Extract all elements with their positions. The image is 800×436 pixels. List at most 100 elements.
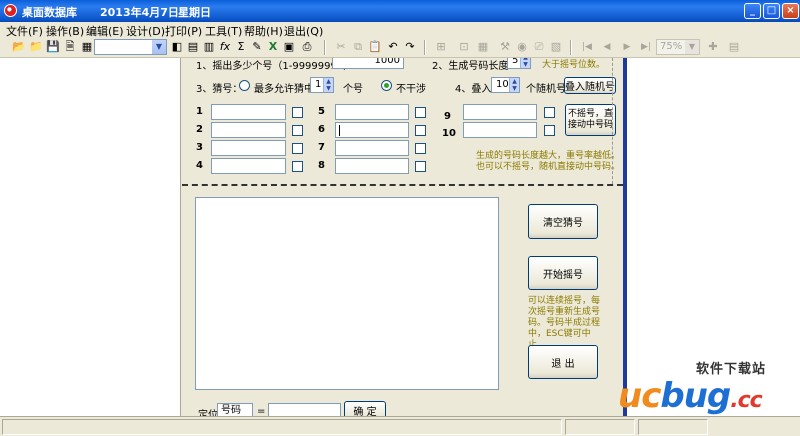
grid-icon[interactable]: ▦ [476,40,490,54]
number-label: 5 [318,106,325,117]
toolbar-separator [570,40,572,55]
edit-icon[interactable]: ✎ [250,40,264,54]
insert-icon[interactable]: ✚ [706,40,720,54]
guess-checkbox-9[interactable] [544,107,555,118]
maximize-button[interactable]: □ [763,3,780,19]
close-button[interactable]: × [782,3,799,19]
draw-note-line: 可以连续摇号，每 [528,296,601,306]
guess-checkbox-5[interactable] [415,107,426,118]
random-count-spinner[interactable]: 10 ▲ ▼ [491,77,520,93]
toolbar-separator [424,40,426,55]
guess-input-5[interactable] [335,104,409,120]
target-icon[interactable]: ◉ [515,40,529,54]
frame-icon[interactable]: ⎚ [532,40,546,54]
watermark-brand: ucbug.cc [618,376,763,416]
print-icon[interactable]: ⎙ [300,40,314,54]
prev-record-icon[interactable]: ◀ [600,40,614,54]
guess-input-10[interactable] [463,122,537,138]
pattern-icon[interactable]: ▧ [549,40,563,54]
save-icon[interactable]: 💾 [46,40,60,54]
undo-icon[interactable]: ↶ [386,40,400,54]
stack-random-button[interactable]: 叠入随机号 [564,77,616,94]
max-guess-radio[interactable] [239,80,250,91]
draw-note: 可以连续摇号，每 次摇号重新生成号 码。号码半成过程 中，ESC键可中止。 [528,296,608,351]
function-icon[interactable]: fx [218,40,232,54]
cut-icon[interactable]: ✂ [334,40,348,54]
format-icon[interactable]: ◧ [170,40,184,54]
grid-icon[interactable]: ▦ [80,40,94,54]
q4-label: 4、叠入 [455,84,492,95]
status-bar [0,416,800,436]
layout-icon[interactable]: ⊡ [457,40,471,54]
zoom-combo[interactable]: 75% ▼ [656,39,700,55]
open-icon[interactable]: 📂 [12,40,26,54]
guess-checkbox-10[interactable] [544,125,555,136]
clear-guess-button[interactable]: 清空猜号 [528,204,598,239]
list-icon[interactable]: ▤ [186,40,200,54]
paste-icon[interactable]: 📋 [368,40,382,54]
draw-count-input[interactable]: 1000 [332,58,404,69]
random-count-unit: 个随机号 [526,84,566,95]
excel-icon[interactable]: X [266,40,280,54]
sum-icon[interactable]: Σ [234,40,248,54]
confirm-button[interactable]: 确 定 [344,401,386,416]
equals-sign: = [257,406,266,416]
guess-input-7[interactable] [335,140,409,156]
status-cell [2,419,562,435]
max-guess-unit: 个号 [343,84,363,95]
start-draw-button[interactable]: 开始摇号 [528,256,598,290]
direct-pick-line1: 不摇号，直 [567,109,613,119]
redo-icon[interactable]: ↷ [403,40,417,54]
guess-checkbox-8[interactable] [415,161,426,172]
guess-input-4[interactable] [211,158,286,174]
table-icon[interactable]: ▥ [202,40,216,54]
guess-input-9[interactable] [463,104,537,120]
max-guess-spinner[interactable]: 1 ▲ ▼ [310,77,334,93]
guess-input-2[interactable] [211,122,286,138]
guess-input-1[interactable] [211,104,286,120]
lottery-form: 1、摇出多少个号（1-99999999）: 1000 2、生成号码长度： 5 ▲… [182,58,623,416]
code-length-spinner[interactable]: 5 ▲▼ [507,58,531,69]
title-weekday: 星期日 [178,6,211,19]
guess-input-8[interactable] [335,158,409,174]
spinner-arrows-icon[interactable]: ▲▼ [509,78,519,92]
tools-icon[interactable]: ⚒ [498,40,512,54]
chevron-down-icon[interactable]: ▼ [152,40,166,54]
folder-icon[interactable]: 📁 [29,40,43,54]
next-record-icon[interactable]: ▶ [620,40,634,54]
copy-icon[interactable]: ⧉ [351,40,365,54]
guess-input-3[interactable] [211,140,286,156]
locate-field-combo[interactable]: 号码 [217,403,253,416]
minimize-button[interactable]: _ [744,3,761,19]
first-record-icon[interactable]: |◀ [580,40,594,54]
results-textarea[interactable] [195,197,499,390]
exit-button[interactable]: 退 出 [528,345,598,379]
guess-checkbox-4[interactable] [292,161,303,172]
max-guess-label: 最多允许猜中 [254,84,314,95]
export-icon[interactable]: ▣ [282,40,296,54]
guess-checkbox-1[interactable] [292,107,303,118]
report-icon[interactable]: ▤ [727,40,741,54]
title-date: 2013年4月7日 [100,6,179,19]
zoom-value: 75% [660,41,683,52]
guess-checkbox-6[interactable] [415,125,426,136]
guess-checkbox-2[interactable] [292,125,303,136]
length-note-line: 生成的号码长度越大，重号率越低。 [476,151,621,161]
align-icon[interactable]: ⊞ [434,40,448,54]
preview-icon[interactable]: 🗎 [63,40,77,54]
last-record-icon[interactable]: ▶| [639,40,653,54]
spinner-arrows-icon[interactable]: ▲▼ [520,58,530,68]
no-interfere-radio[interactable] [381,80,392,91]
chevron-down-icon[interactable]: ▼ [685,40,699,54]
length-note: 生成的号码长度越大，重号率越低。 也可以不摇号，随机直接动中号码。 [476,151,620,173]
guess-checkbox-3[interactable] [292,143,303,154]
font-combo[interactable]: ▼ [94,39,167,55]
guess-input-6[interactable] [335,122,409,138]
locate-value-input[interactable] [268,403,341,416]
direct-pick-button[interactable]: 不摇号，直 接动中号码 [565,104,616,136]
spinner-arrows-icon[interactable]: ▲▼ [323,78,333,92]
guess-checkbox-7[interactable] [415,143,426,154]
random-count-value: 10 [496,79,509,90]
toolbar-separator [324,40,326,55]
left-pane [0,58,181,416]
